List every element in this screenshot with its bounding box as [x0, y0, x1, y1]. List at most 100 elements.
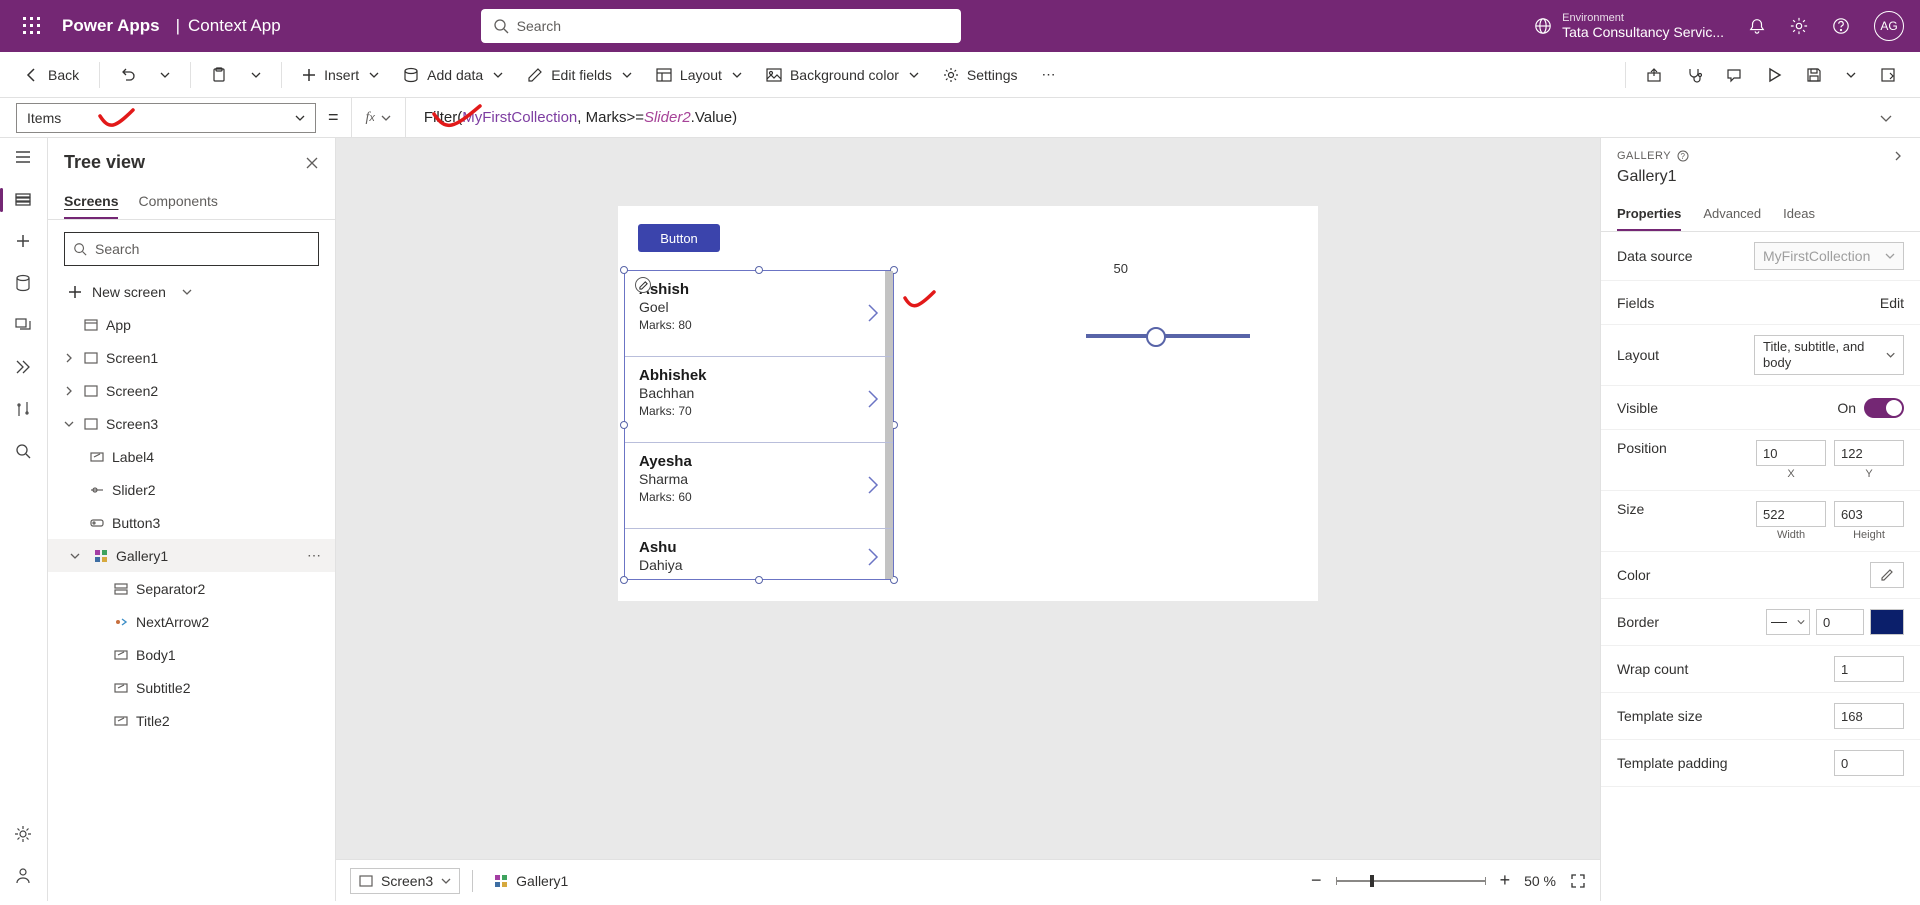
tree-item-nextarrow2[interactable]: NextArrow2 [48, 605, 335, 638]
publish-button[interactable] [1872, 58, 1904, 92]
datasource-dropdown[interactable]: MyFirstCollection [1754, 242, 1904, 270]
tab-screens[interactable]: Screens [64, 185, 118, 219]
more-button[interactable]: ⋯ [1034, 58, 1066, 92]
visible-toggle[interactable] [1864, 398, 1904, 418]
tab-components[interactable]: Components [138, 185, 217, 219]
tree-item-subtitle2[interactable]: Subtitle2 [48, 671, 335, 704]
tab-advanced[interactable]: Advanced [1703, 198, 1761, 231]
breadcrumb-control[interactable]: Gallery1 [485, 868, 577, 894]
bg-color-button[interactable]: Background color [758, 58, 927, 92]
layout-button[interactable]: Layout [648, 58, 750, 92]
fields-edit-button[interactable]: Edit [1880, 295, 1904, 311]
canvas-button[interactable]: Button [638, 224, 720, 252]
preview-button[interactable] [1758, 58, 1790, 92]
position-x-input[interactable]: 10 [1756, 440, 1826, 466]
waffle-icon[interactable] [10, 17, 54, 35]
back-button[interactable]: Back [16, 58, 87, 92]
border-color-picker[interactable] [1870, 609, 1904, 635]
tree-search-input[interactable]: Search [64, 232, 319, 266]
share-button[interactable] [1638, 58, 1670, 92]
breadcrumb-screen[interactable]: Screen3 [350, 868, 460, 894]
edit-fields-button[interactable]: Edit fields [519, 58, 640, 92]
data-icon[interactable] [14, 274, 34, 294]
settings-rail-icon[interactable] [14, 825, 34, 845]
brand-label[interactable]: Power Apps [54, 16, 168, 36]
tree-item-title2[interactable]: Title2 [48, 704, 335, 737]
fit-icon[interactable] [1570, 873, 1586, 889]
color-picker[interactable] [1870, 562, 1904, 588]
insert-icon[interactable] [14, 232, 34, 252]
app-preview[interactable]: Button 50 Ashish Goel Marks: 80 [618, 206, 1318, 601]
formula-expand-button[interactable] [1868, 111, 1904, 125]
gallery-item[interactable]: Ashu Dahiya [625, 529, 893, 579]
tree-item-slider2[interactable]: Slider2 [48, 473, 335, 506]
canvas-slider[interactable] [1086, 334, 1250, 338]
tools-icon[interactable] [14, 400, 34, 420]
size-width-input[interactable]: 522 [1756, 501, 1826, 527]
gallery-item[interactable]: Abhishek Bachhan Marks: 70 [625, 357, 893, 443]
canvas-gallery[interactable]: Ashish Goel Marks: 80 Abhishek Bachhan M… [624, 270, 894, 580]
tree-view-icon[interactable] [14, 190, 34, 210]
gallery-next-icon[interactable] [867, 547, 879, 567]
ask-icon[interactable] [14, 867, 34, 887]
control-name[interactable]: Gallery1 [1617, 168, 1689, 186]
save-button[interactable] [1798, 58, 1830, 92]
save-more-button[interactable] [1838, 58, 1864, 92]
tree-item-screen2[interactable]: Screen2 [48, 374, 335, 407]
gallery-next-icon[interactable] [867, 475, 879, 495]
gallery-next-icon[interactable] [867, 389, 879, 409]
chevron-right-icon[interactable] [1892, 150, 1904, 162]
size-height-input[interactable]: 603 [1834, 501, 1904, 527]
gallery-item[interactable]: Ashish Goel Marks: 80 [625, 271, 893, 357]
close-icon[interactable] [305, 156, 319, 170]
tree-item-more-icon[interactable]: ⋯ [307, 547, 323, 564]
search-input[interactable]: Search [481, 9, 961, 43]
property-dropdown[interactable]: Items [16, 103, 316, 133]
tree-item-button3[interactable]: Button3 [48, 506, 335, 539]
gallery-item[interactable]: Ayesha Sharma Marks: 60 [625, 443, 893, 529]
tree-item-screen3[interactable]: Screen3 [48, 407, 335, 440]
position-y-input[interactable]: 122 [1834, 440, 1904, 466]
new-screen-button[interactable]: New screen [48, 278, 335, 308]
app-name[interactable]: Context App [188, 16, 281, 36]
tree-item-app[interactable]: App [48, 308, 335, 341]
comments-button[interactable] [1718, 58, 1750, 92]
help-icon[interactable] [1832, 17, 1850, 35]
tree-item-gallery1[interactable]: Gallery1⋯ [48, 539, 335, 572]
zoom-slider[interactable] [1336, 880, 1486, 882]
wrap-count-input[interactable]: 1 [1834, 656, 1904, 682]
gear-icon[interactable] [1790, 17, 1808, 35]
template-size-input[interactable]: 168 [1834, 703, 1904, 729]
gallery-next-icon[interactable] [867, 303, 879, 323]
border-style-dropdown[interactable] [1766, 609, 1810, 635]
template-padding-input[interactable]: 0 [1834, 750, 1904, 776]
flows-icon[interactable] [14, 358, 34, 378]
tab-properties[interactable]: Properties [1617, 198, 1681, 231]
search-rail-icon[interactable] [14, 442, 34, 462]
paste-button[interactable] [203, 58, 235, 92]
environment-picker[interactable]: Environment Tata Consultancy Servic... [1534, 12, 1724, 41]
undo-more-button[interactable] [152, 58, 178, 92]
insert-button[interactable]: Insert [294, 58, 387, 92]
tree-item-separator2[interactable]: Separator2 [48, 572, 335, 605]
fx-label[interactable]: fx [351, 98, 406, 137]
media-icon[interactable] [14, 316, 34, 336]
settings-button[interactable]: Settings [935, 58, 1026, 92]
zoom-out-button[interactable]: − [1311, 870, 1322, 891]
border-width-input[interactable]: 0 [1816, 609, 1864, 635]
tree-item-label4[interactable]: Label4 [48, 440, 335, 473]
zoom-in-button[interactable]: + [1500, 870, 1511, 891]
layout-dropdown[interactable]: Title, subtitle, and body [1754, 335, 1904, 375]
add-data-button[interactable]: Add data [395, 58, 511, 92]
bell-icon[interactable] [1748, 17, 1766, 35]
tree-item-screen1[interactable]: Screen1 [48, 341, 335, 374]
tab-ideas[interactable]: Ideas [1783, 198, 1815, 231]
tree-item-body1[interactable]: Body1 [48, 638, 335, 671]
user-avatar[interactable]: AG [1874, 11, 1904, 41]
undo-button[interactable] [112, 58, 144, 92]
formula-input[interactable]: Filter(MyFirstCollection, Marks>= Slider… [418, 98, 1856, 137]
help-icon[interactable]: ? [1677, 150, 1689, 162]
checker-button[interactable] [1678, 58, 1710, 92]
edit-template-icon[interactable] [635, 277, 651, 293]
paste-more-button[interactable] [243, 58, 269, 92]
